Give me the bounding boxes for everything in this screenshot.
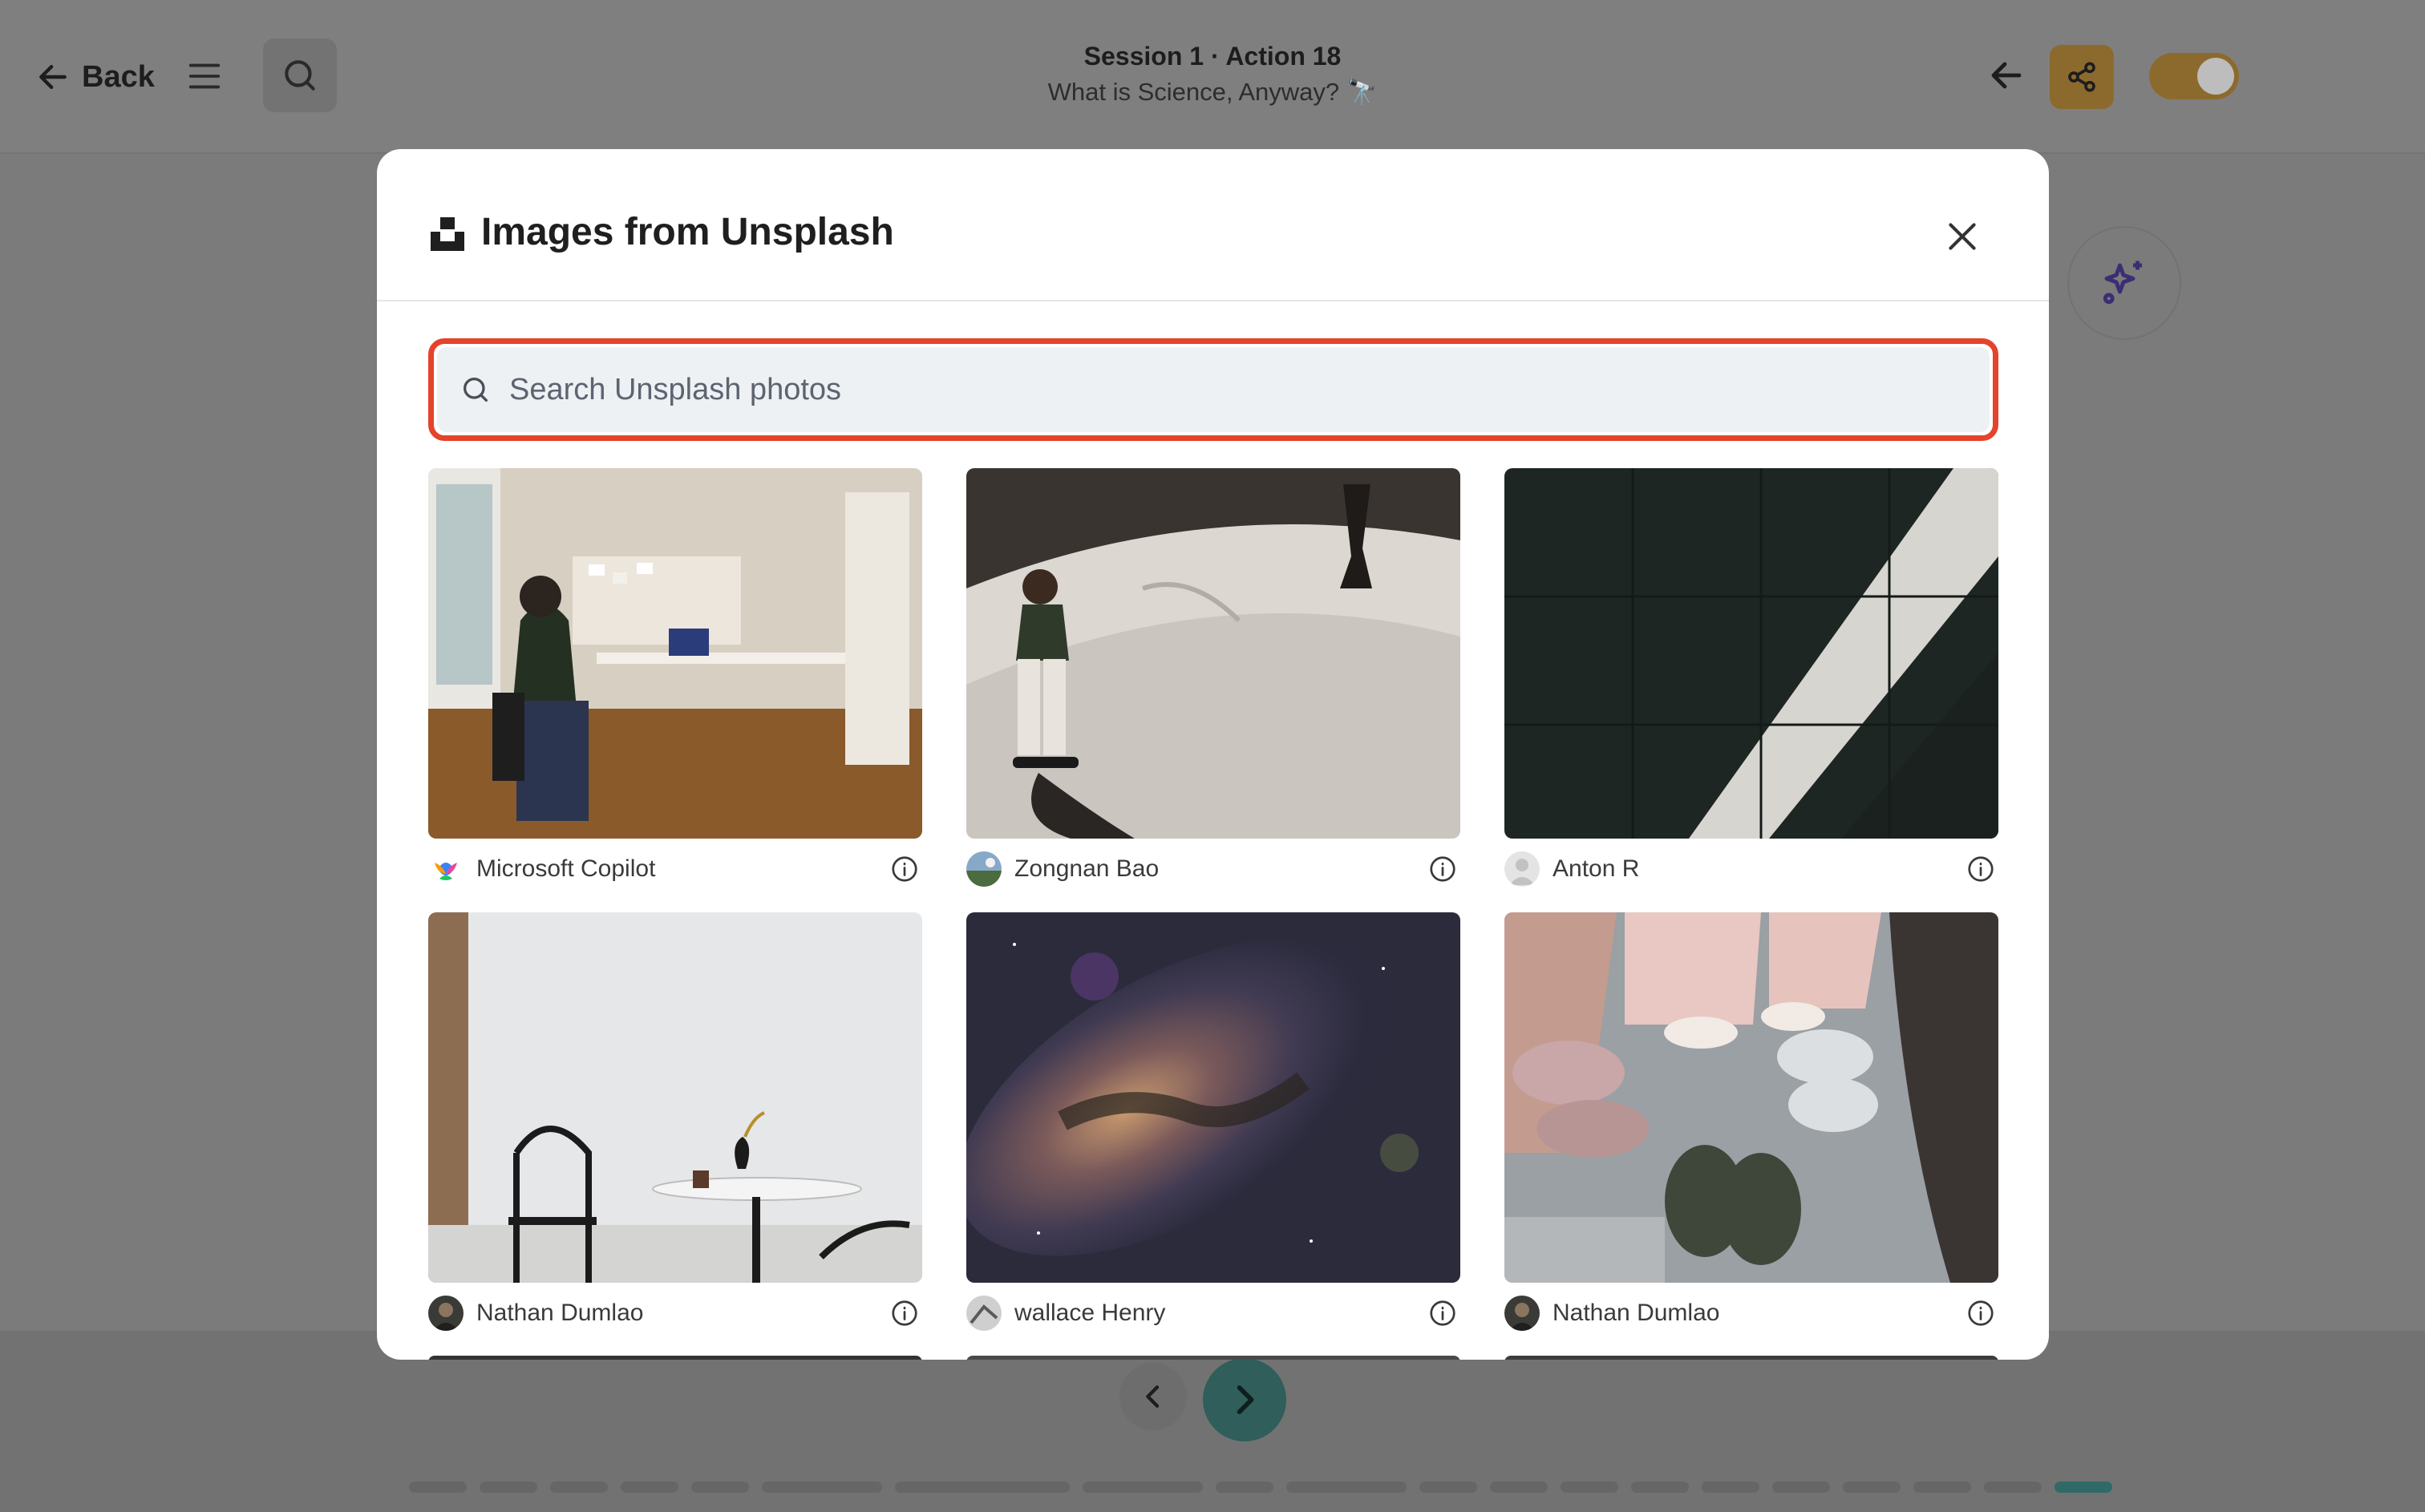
next-button[interactable] bbox=[1203, 1358, 1286, 1441]
info-icon[interactable] bbox=[890, 1299, 919, 1328]
progress-segment[interactable] bbox=[1843, 1482, 1901, 1493]
back-label: Back bbox=[82, 59, 155, 94]
photo-thumbnail[interactable] bbox=[428, 912, 922, 1283]
progress-segment[interactable] bbox=[1561, 1482, 1618, 1493]
close-icon[interactable] bbox=[1942, 216, 1982, 257]
photo-meta: Nathan Dumlao bbox=[1504, 1294, 1998, 1332]
photo-meta: Nathan Dumlao bbox=[428, 1294, 922, 1332]
modal-title: Images from Unsplash bbox=[481, 211, 894, 253]
toggle-knob bbox=[2197, 58, 2234, 95]
chevron-left-icon bbox=[1146, 1385, 1160, 1408]
search-input[interactable] bbox=[509, 372, 1872, 407]
photo-thumbnail[interactable] bbox=[1504, 912, 1998, 1283]
progress-segment[interactable] bbox=[550, 1482, 608, 1493]
sparkle-icon bbox=[2103, 261, 2142, 305]
progress-segment[interactable] bbox=[691, 1482, 749, 1493]
search-button[interactable] bbox=[263, 38, 337, 112]
photo-author[interactable]: Microsoft Copilot bbox=[476, 855, 655, 883]
progress-segment[interactable] bbox=[1490, 1482, 1548, 1493]
avatar[interactable] bbox=[428, 1296, 464, 1331]
session-subtitle: What is Science, Anyway? 🔭 bbox=[1047, 78, 1378, 106]
photo-author[interactable]: Anton R bbox=[1553, 855, 1639, 883]
search-field[interactable] bbox=[437, 347, 1990, 432]
progress-segment[interactable] bbox=[895, 1482, 1070, 1493]
avatar[interactable] bbox=[966, 851, 1002, 887]
back-button[interactable]: Back bbox=[35, 53, 155, 101]
share-button[interactable] bbox=[2050, 45, 2114, 109]
photo-card[interactable]: Microsoft Copilot bbox=[428, 468, 922, 887]
info-icon[interactable] bbox=[1966, 1299, 1995, 1328]
progress-segment[interactable] bbox=[1216, 1482, 1273, 1493]
info-icon[interactable] bbox=[1428, 1299, 1457, 1328]
unsplash-modal: Images from Unsplash Search Unsplash pho… bbox=[377, 149, 2049, 1360]
progress-bar bbox=[409, 1482, 2112, 1493]
progress-segment[interactable] bbox=[1286, 1482, 1407, 1493]
progress-segment[interactable] bbox=[1631, 1482, 1689, 1493]
ai-assist-button[interactable] bbox=[2067, 226, 2181, 340]
arrow-left-icon bbox=[39, 64, 67, 90]
arrow-left-icon[interactable] bbox=[1987, 56, 2026, 95]
photo-card[interactable]: Zongnan Bao bbox=[966, 468, 1460, 887]
share-icon bbox=[2068, 62, 2095, 92]
avatar[interactable] bbox=[1504, 1296, 1540, 1331]
progress-segment[interactable] bbox=[409, 1482, 467, 1493]
progress-segment[interactable] bbox=[480, 1482, 537, 1493]
photo-card[interactable]: Nathan Dumlao bbox=[428, 912, 922, 1331]
progress-segment[interactable] bbox=[1913, 1482, 1971, 1493]
progress-segment[interactable] bbox=[1984, 1482, 2042, 1493]
top-bar: Back Session 1 · Action 18 What is Scien… bbox=[0, 0, 2425, 154]
photo-card[interactable]: wallace Henry bbox=[966, 912, 1460, 1331]
photo-card[interactable]: Nathan Dumlao bbox=[1504, 912, 1998, 1331]
info-icon[interactable] bbox=[1428, 855, 1457, 883]
chevron-right-icon bbox=[1237, 1385, 1254, 1414]
session-title: Session 1 · Action 18 bbox=[1083, 42, 1342, 71]
photo-meta: Anton R bbox=[1504, 850, 1998, 888]
photo-thumbnail[interactable] bbox=[428, 468, 922, 839]
search-icon bbox=[285, 60, 315, 91]
photo-card[interactable]: Anton R bbox=[1504, 468, 1998, 887]
photo-meta: wallace Henry bbox=[966, 1294, 1460, 1332]
search-icon bbox=[464, 378, 488, 402]
progress-segment[interactable] bbox=[1772, 1482, 1830, 1493]
photo-author[interactable]: Zongnan Bao bbox=[1014, 855, 1159, 883]
photo-author[interactable]: Nathan Dumlao bbox=[476, 1300, 643, 1327]
progress-segment[interactable] bbox=[1083, 1482, 1203, 1493]
info-icon[interactable] bbox=[890, 855, 919, 883]
progress-segment[interactable] bbox=[621, 1482, 678, 1493]
avatar[interactable] bbox=[1504, 851, 1540, 887]
photo-thumbnail[interactable] bbox=[1504, 468, 1998, 839]
progress-segment[interactable] bbox=[1419, 1482, 1477, 1493]
photo-thumbnail[interactable] bbox=[966, 912, 1460, 1283]
photo-thumbnail-peek[interactable] bbox=[966, 1356, 1460, 1360]
modal-header: Images from Unsplash bbox=[377, 149, 2049, 301]
unsplash-logo-icon bbox=[431, 217, 464, 251]
avatar[interactable] bbox=[428, 851, 464, 887]
photo-author[interactable]: wallace Henry bbox=[1014, 1300, 1165, 1327]
progress-segment[interactable] bbox=[762, 1482, 882, 1493]
photo-author[interactable]: Nathan Dumlao bbox=[1553, 1300, 1719, 1327]
photo-thumbnail-peek[interactable] bbox=[428, 1356, 922, 1360]
avatar[interactable] bbox=[966, 1296, 1002, 1331]
progress-segment[interactable] bbox=[2055, 1482, 2112, 1493]
info-icon[interactable] bbox=[1966, 855, 1995, 883]
photo-thumbnail[interactable] bbox=[966, 468, 1460, 839]
previous-button[interactable] bbox=[1119, 1363, 1187, 1430]
progress-segment[interactable] bbox=[1702, 1482, 1759, 1493]
photo-meta: Zongnan Bao bbox=[966, 850, 1460, 888]
search-highlight bbox=[428, 338, 1998, 441]
mode-toggle[interactable] bbox=[2149, 53, 2239, 99]
hamburger-menu-icon[interactable] bbox=[186, 58, 223, 95]
photo-thumbnail-peek[interactable] bbox=[1504, 1356, 1998, 1360]
photo-meta: Microsoft Copilot bbox=[428, 850, 922, 888]
